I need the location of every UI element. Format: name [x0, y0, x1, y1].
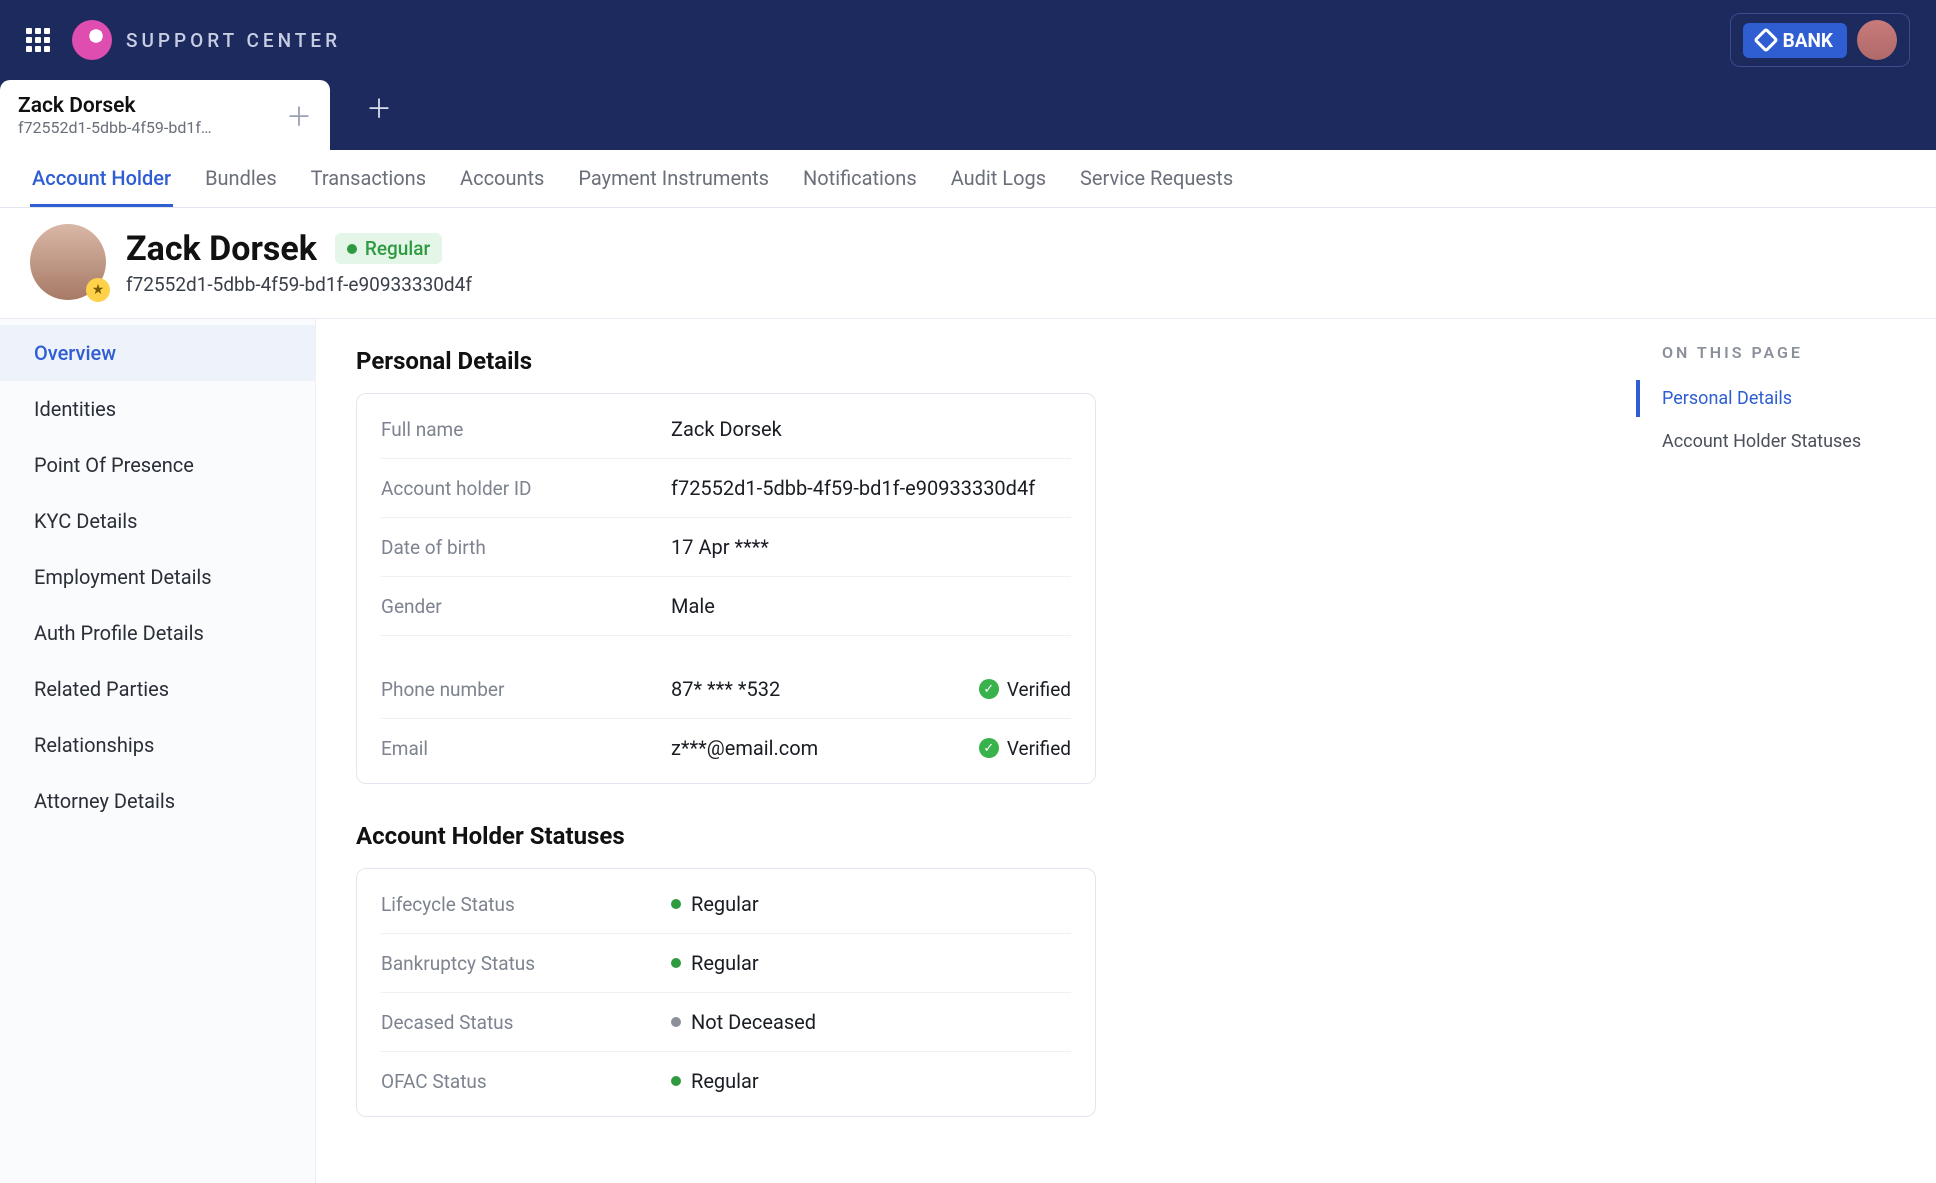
detail-row: Full nameZack Dorsek	[381, 400, 1071, 459]
check-circle-icon: ✓	[979, 738, 999, 758]
table-of-contents: ON THIS PAGE Personal Details Account Hol…	[1636, 319, 1936, 1183]
new-tab-inline-icon[interactable]: ＋	[286, 97, 312, 134]
toc-item-account-holder-statuses[interactable]: Account Holder Statuses	[1636, 423, 1916, 460]
status-dot-icon	[671, 899, 681, 909]
detail-value: f72552d1-5dbb-4f59-bd1f-e90933330d4f	[671, 476, 1071, 500]
status-dot-icon	[347, 244, 357, 254]
apps-grid-icon[interactable]	[26, 28, 50, 52]
status-dot-icon	[671, 958, 681, 968]
detail-value: Zack Dorsek	[671, 417, 1071, 441]
status-value: Not Deceased	[671, 1010, 1071, 1034]
user-avatar[interactable]	[1857, 20, 1897, 60]
contact-row: Phone number87* *** *532✓Verified	[381, 660, 1071, 719]
detail-label: Gender	[381, 595, 671, 618]
sidebar-item-auth-profile-details[interactable]: Auth Profile Details	[0, 605, 315, 661]
nav-item-payment-instruments[interactable]: Payment Instruments	[576, 152, 771, 207]
status-value: Regular	[671, 1069, 1071, 1093]
detail-label: Email	[381, 737, 671, 760]
document-tab-title: Zack Dorsek	[18, 94, 212, 118]
status-value: Regular	[671, 892, 1071, 916]
status-label: OFAC Status	[381, 1070, 671, 1093]
detail-label: Account holder ID	[381, 477, 671, 500]
profile-avatar: ★	[30, 224, 106, 300]
status-label: Lifecycle Status	[381, 893, 671, 916]
verified-badge: ✓Verified	[979, 678, 1071, 701]
document-tabstrip: Zack Dorsek f72552d1-5dbb-4f59-bd1f… ＋ ＋	[0, 80, 1936, 150]
detail-row: GenderMale	[381, 577, 1071, 636]
detail-label: Full name	[381, 418, 671, 441]
org-switcher[interactable]: BANK	[1730, 13, 1910, 67]
detail-label: Phone number	[381, 678, 671, 701]
status-dot-icon	[671, 1076, 681, 1086]
star-badge-icon: ★	[86, 278, 110, 302]
nav-item-notifications[interactable]: Notifications	[801, 152, 919, 207]
personal-details-card: Full nameZack DorsekAccount holder IDf72…	[356, 393, 1096, 784]
diamond-icon	[1753, 27, 1778, 52]
bank-label: BANK	[1783, 29, 1833, 52]
profile-name: Zack Dorsek	[126, 229, 317, 269]
nav-item-account-holder[interactable]: Account Holder	[30, 152, 173, 207]
status-row: OFAC StatusRegular	[381, 1052, 1071, 1110]
nav-item-audit-logs[interactable]: Audit Logs	[949, 152, 1048, 207]
sidebar-item-kyc-details[interactable]: KYC Details	[0, 493, 315, 549]
brand: SUPPORT CENTER	[72, 20, 341, 60]
sidebar-item-overview[interactable]: Overview	[0, 325, 315, 381]
nav-item-accounts[interactable]: Accounts	[458, 152, 546, 207]
check-circle-icon: ✓	[979, 679, 999, 699]
profile-status-chip: Regular	[335, 233, 442, 264]
status-label: Decased Status	[381, 1011, 671, 1034]
status-label: Bankruptcy Status	[381, 952, 671, 975]
section-title-personal: Personal Details	[356, 347, 1596, 375]
sidebar-item-attorney-details[interactable]: Attorney Details	[0, 773, 315, 829]
detail-row: Account holder IDf72552d1-5dbb-4f59-bd1f…	[381, 459, 1071, 518]
status-row: Lifecycle StatusRegular	[381, 875, 1071, 934]
nav-item-transactions[interactable]: Transactions	[309, 152, 428, 207]
detail-value: 17 Apr ****	[671, 535, 1071, 559]
sidebar-item-relationships[interactable]: Relationships	[0, 717, 315, 773]
nav-item-service-requests[interactable]: Service Requests	[1078, 152, 1235, 207]
section-title-statuses: Account Holder Statuses	[356, 822, 1596, 850]
sidebar: OverviewIdentitiesPoint Of PresenceKYC D…	[0, 319, 316, 1183]
detail-label: Date of birth	[381, 536, 671, 559]
document-tab[interactable]: Zack Dorsek f72552d1-5dbb-4f59-bd1f… ＋	[0, 80, 330, 150]
status-row: Decased StatusNot Deceased	[381, 993, 1071, 1052]
sidebar-item-point-of-presence[interactable]: Point Of Presence	[0, 437, 315, 493]
status-row: Bankruptcy StatusRegular	[381, 934, 1071, 993]
brand-text: SUPPORT CENTER	[126, 29, 341, 52]
brand-logo-icon	[72, 20, 112, 60]
sidebar-item-related-parties[interactable]: Related Parties	[0, 661, 315, 717]
detail-value: 87* *** *532	[671, 677, 979, 701]
new-tab-icon[interactable]: ＋	[366, 89, 392, 126]
nav-item-bundles[interactable]: Bundles	[203, 152, 279, 207]
top-bar: SUPPORT CENTER BANK	[0, 0, 1936, 80]
detail-value: z***@email.com	[671, 736, 979, 760]
toc-title: ON THIS PAGE	[1636, 343, 1916, 362]
document-tab-subtitle: f72552d1-5dbb-4f59-bd1f…	[18, 118, 212, 137]
verified-badge: ✓Verified	[979, 737, 1071, 760]
sidebar-item-identities[interactable]: Identities	[0, 381, 315, 437]
sidebar-item-employment-details[interactable]: Employment Details	[0, 549, 315, 605]
detail-value: Male	[671, 594, 1071, 618]
statuses-card: Lifecycle StatusRegularBankruptcy Status…	[356, 868, 1096, 1117]
profile-status-label: Regular	[365, 237, 430, 260]
profile-header: ★ Zack Dorsek Regular f72552d1-5dbb-4f59…	[0, 208, 1936, 319]
contact-row: Emailz***@email.com✓Verified	[381, 719, 1071, 777]
status-dot-icon	[671, 1017, 681, 1027]
section-nav: Account Holder Bundles Transactions Account…	[0, 150, 1936, 208]
status-value: Regular	[671, 951, 1071, 975]
toc-item-personal-details[interactable]: Personal Details	[1636, 380, 1916, 417]
profile-id: f72552d1-5dbb-4f59-bd1f-e90933330d4f	[126, 273, 472, 296]
detail-row: Date of birth17 Apr ****	[381, 518, 1071, 577]
